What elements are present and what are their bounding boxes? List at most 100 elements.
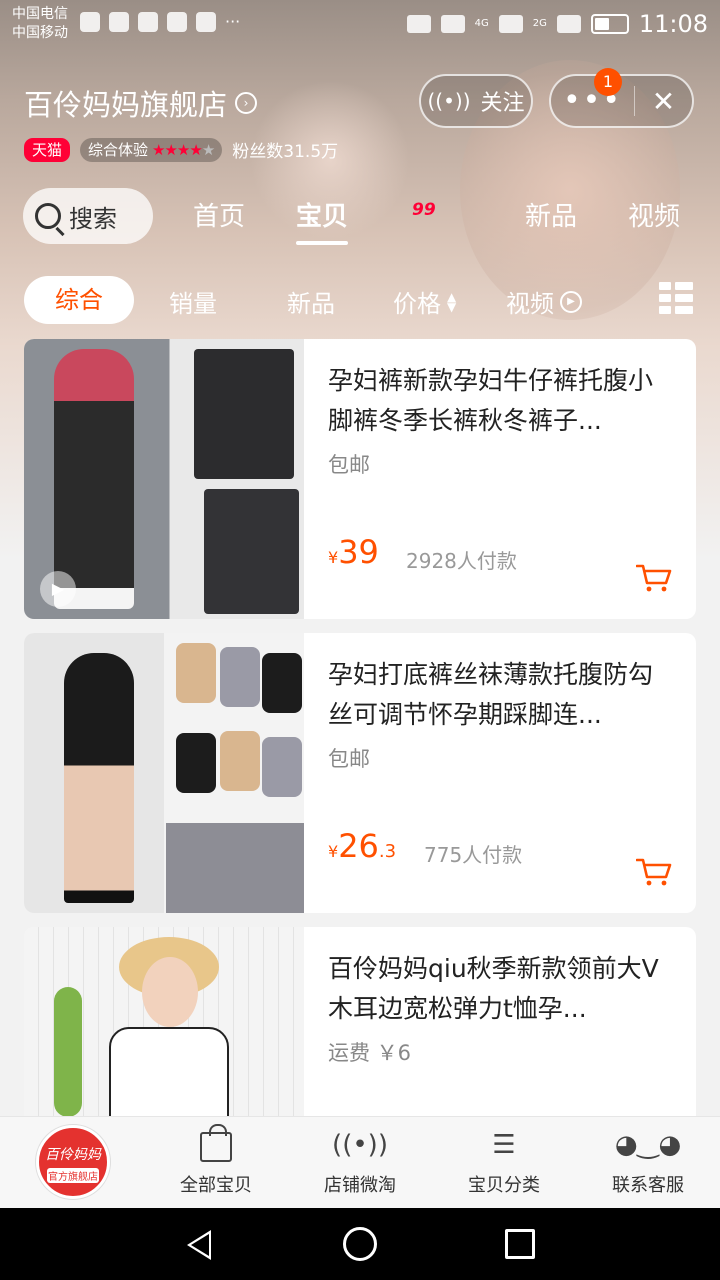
cart-icon[interactable] — [636, 857, 672, 887]
tab-new[interactable]: 新品 — [525, 196, 577, 233]
all-items-button[interactable]: 全部宝贝 — [156, 1124, 276, 1197]
model-face — [142, 957, 198, 1027]
model-figure — [64, 653, 134, 903]
categories-label: 宝贝分类 — [468, 1175, 540, 1196]
sort-sales[interactable]: 销量 — [169, 284, 217, 319]
back-icon[interactable] — [185, 1230, 211, 1260]
tab-video[interactable]: 视频 — [628, 196, 680, 233]
tmall-badge: 天猫 — [24, 137, 71, 162]
status-bar: 中国电信 中国移动 ··· 4G 2G 11:08 — [0, 0, 720, 48]
cactus-decoration — [54, 987, 82, 1117]
sold-count: 775人付款 — [424, 843, 523, 867]
product-image — [24, 633, 304, 913]
product-title: 孕妇裤新款孕妇牛仔裤托腹小脚裤冬季长裤秋冬裤子... — [328, 366, 654, 435]
price-dec: .3 — [378, 841, 397, 862]
sort-new-label: 新品 — [287, 290, 335, 318]
store-meta: 天猫 综合体验 ★★★★★ 粉丝数31.5万 — [24, 137, 338, 162]
promo-label: 99 — [412, 200, 436, 220]
pants-back — [204, 489, 299, 614]
product-price: ¥39 — [328, 533, 379, 571]
more-button[interactable]: ••• — [551, 86, 635, 116]
bag-icon — [198, 1124, 234, 1163]
network-1: 4G — [474, 18, 489, 29]
tab-home[interactable]: 首页 — [193, 196, 245, 233]
eye-icon — [406, 15, 431, 33]
price-int: 39 — [338, 533, 379, 571]
waistband-detail — [166, 823, 304, 913]
stocking-swatch — [220, 731, 260, 791]
broadcast-icon: ((•)) — [332, 1130, 388, 1160]
experience-rating: 综合体验 ★★★★★ — [80, 137, 223, 162]
store-name[interactable]: 百伶妈妈旗舰店 › — [24, 82, 258, 124]
store-feed-button[interactable]: ((•)) 店铺微淘 — [300, 1127, 420, 1197]
price-symbol: ¥ — [328, 842, 339, 861]
sold-count: 2928人付款 — [406, 549, 517, 573]
price-int: 26 — [338, 827, 379, 865]
sort-sales-label: 销量 — [169, 290, 217, 318]
grid-layout-icon[interactable] — [659, 282, 693, 316]
notification-icons: ··· — [80, 12, 240, 32]
customer-service-button[interactable]: ◕‿◕ 联系客服 — [588, 1127, 708, 1197]
shipping-info: 运费 ￥6 — [328, 1041, 412, 1065]
model-figure — [54, 349, 134, 609]
sort-new[interactable]: 新品 — [287, 284, 335, 319]
home-icon[interactable] — [343, 1227, 377, 1261]
more-dots-icon: ··· — [225, 12, 241, 31]
logo-subtext: 官方旗舰店 — [47, 1168, 99, 1183]
sort-video[interactable]: 视频 ▶ — [506, 284, 582, 319]
carrier-2: 中国移动 — [12, 25, 68, 41]
rating-stars: ★★★★★ — [152, 140, 215, 159]
price-symbol: ¥ — [328, 548, 339, 567]
product-image: ▶ — [24, 339, 304, 619]
all-items-label: 全部宝贝 — [180, 1175, 252, 1196]
product-card[interactable]: 孕妇打底裤丝袜薄款托腹防勾丝可调节怀孕期踩脚连... 包邮 ¥26.3 775人… — [24, 633, 696, 913]
bottom-tab-bar: 百伶妈妈 官方旗舰店 全部宝贝 ((•)) 店铺微淘 ☰ 宝贝分类 ◕‿◕ 联系… — [0, 1116, 720, 1208]
signal-icon — [498, 15, 523, 33]
wechat-icon — [109, 12, 129, 32]
model-top — [109, 1027, 229, 1127]
chat-face-icon: ◕‿◕ — [614, 1130, 682, 1160]
recent-apps-icon[interactable] — [505, 1229, 535, 1259]
battery-icon — [590, 14, 629, 34]
chevron-right-icon: › — [235, 92, 258, 114]
sort-price[interactable]: 价格 ▲ ▼ — [393, 284, 456, 319]
store-logo[interactable]: 百伶妈妈 官方旗舰店 — [36, 1125, 110, 1199]
logo-text: 百伶妈妈 — [45, 1147, 101, 1163]
network-2: 2G — [532, 18, 547, 29]
stocking-swatch — [176, 733, 216, 793]
list-icon: ☰ — [492, 1130, 516, 1160]
shield-icon — [138, 12, 158, 32]
store-feed-label: 店铺微淘 — [324, 1175, 396, 1196]
search-icon — [35, 203, 61, 229]
sort-overall[interactable]: 综合 — [24, 276, 134, 324]
product-card[interactable]: ▶ 孕妇裤新款孕妇牛仔裤托腹小脚裤冬季长裤秋冬裤子... 包邮 ¥39 2928… — [24, 339, 696, 619]
fans-count: 粉丝数31.5万 — [232, 142, 339, 162]
system-icons: 4G 2G 11:08 — [406, 10, 708, 38]
notification-badge: 1 — [594, 68, 622, 96]
product-price: ¥26.3 — [328, 827, 396, 865]
cart-icon[interactable] — [636, 563, 672, 593]
tab-promo[interactable]: 99 — [412, 200, 436, 220]
video-play-icon[interactable]: ▶ — [40, 571, 76, 607]
search-label: 搜索 — [69, 204, 117, 233]
categories-button[interactable]: ☰ 宝贝分类 — [444, 1127, 564, 1197]
close-button[interactable]: ✕ — [635, 85, 692, 118]
carrier-info: 中国电信 中国移动 — [12, 5, 68, 43]
follow-button[interactable]: ((•)) 关注 — [419, 74, 533, 128]
system-nav-bar — [0, 1208, 720, 1280]
shipping-info: 包邮 — [328, 453, 370, 477]
tab-items[interactable]: 宝贝 — [296, 196, 349, 245]
play-icon: ▶ — [560, 290, 582, 313]
stocking-swatch — [262, 737, 302, 797]
bag-icon — [196, 12, 216, 32]
search-button[interactable]: 搜索 — [23, 188, 153, 244]
product-title: 百伶妈妈qiu秋季新款领前大V木耳边宽松弹力t恤孕... — [328, 954, 659, 1023]
signal-icon — [556, 15, 581, 33]
follow-label: 关注 — [480, 91, 525, 116]
shipping-info: 包邮 — [328, 747, 370, 771]
customer-service-label: 联系客服 — [612, 1175, 684, 1196]
carrier-1: 中国电信 — [12, 6, 68, 22]
stocking-swatch — [262, 653, 302, 713]
product-title: 孕妇打底裤丝袜薄款托腹防勾丝可调节怀孕期踩脚连... — [328, 660, 654, 729]
heart-pulse-icon — [80, 12, 100, 32]
